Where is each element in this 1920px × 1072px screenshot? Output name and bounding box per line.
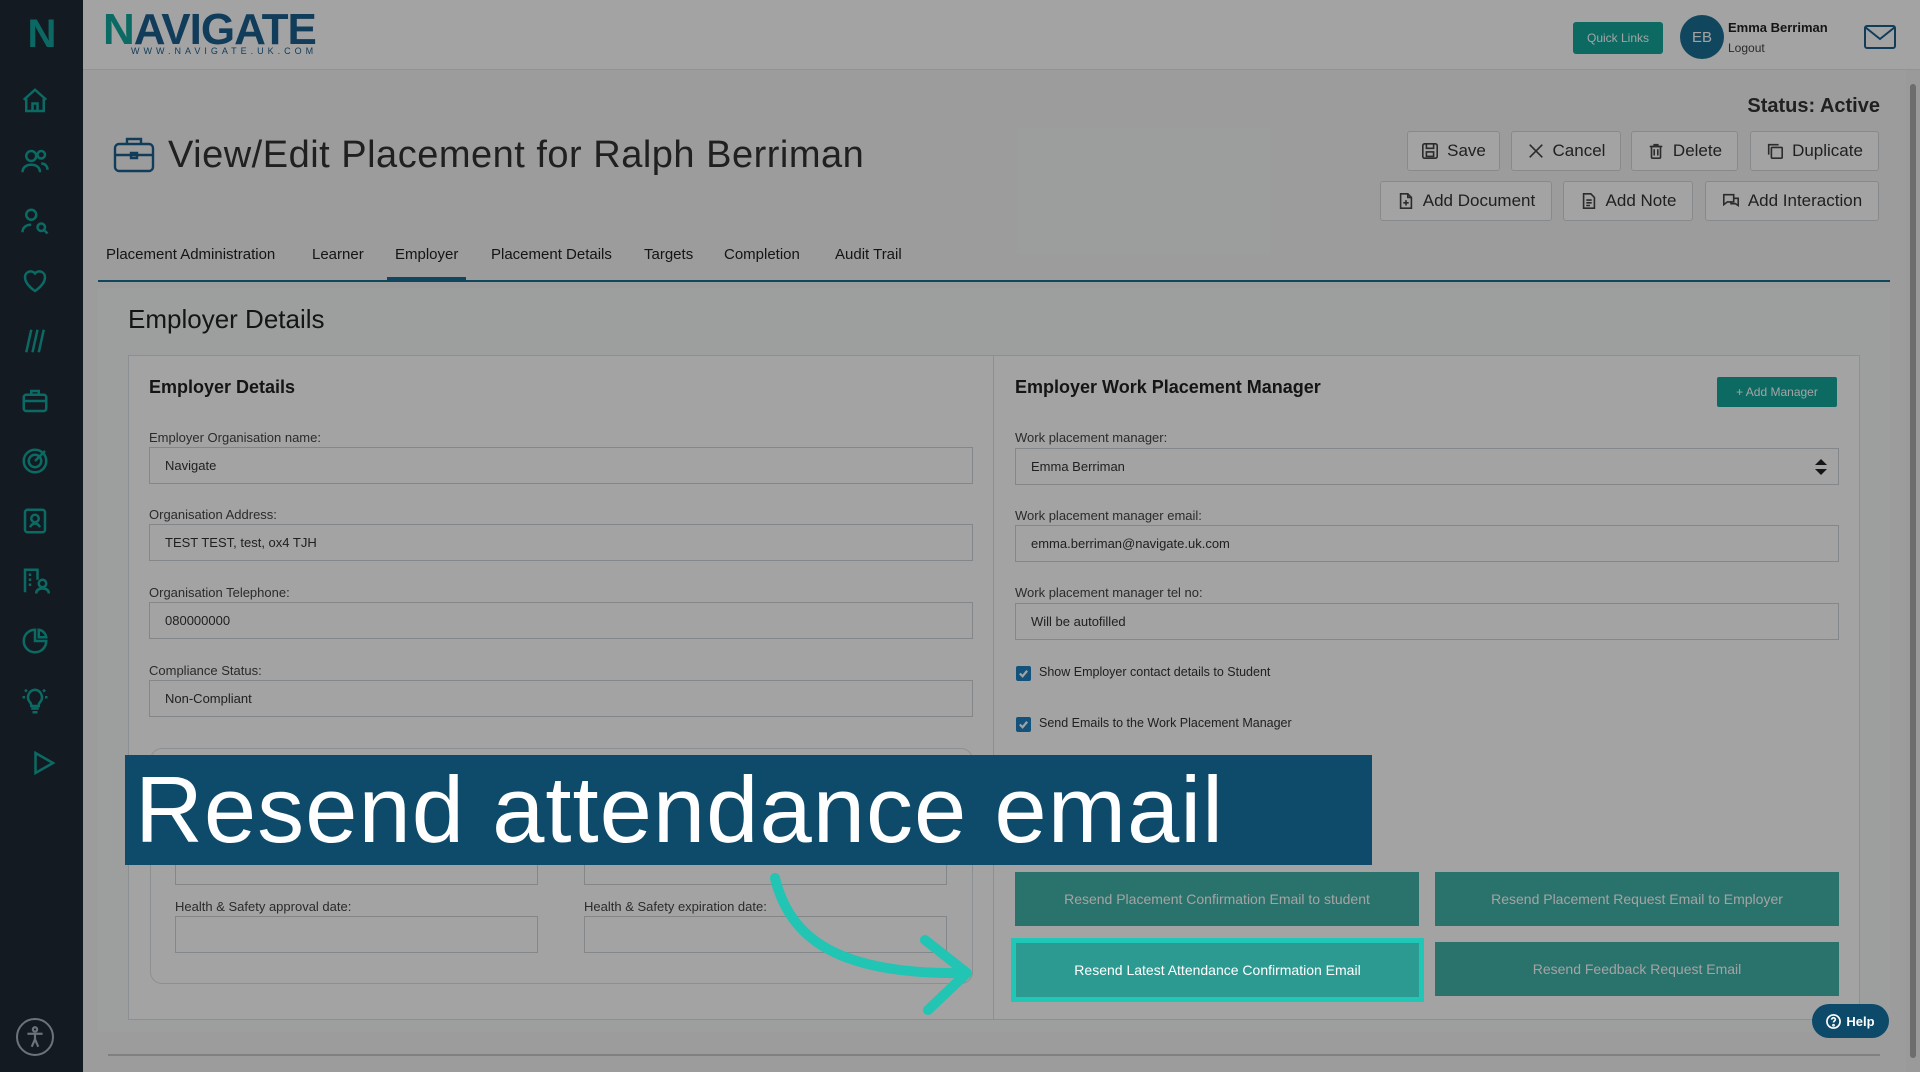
address-field[interactable]: TEST TEST, test, ox4 TJH: [149, 524, 973, 561]
attendance-highlight-frame: Resend Latest Attendance Confirmation Em…: [1011, 938, 1424, 1002]
resend-attendance-confirmation-button[interactable]: Resend Latest Attendance Confirmation Em…: [1016, 943, 1419, 997]
pointer-arrow-icon: [760, 870, 1000, 1020]
send-emails-checkbox[interactable]: [1016, 717, 1031, 732]
tab-audit-trail[interactable]: Audit Trail: [835, 246, 902, 277]
document-icon: [1399, 192, 1412, 210]
tel-label: Work placement manager tel no:: [1015, 585, 1203, 600]
manager-select-value: Emma Berriman: [1031, 459, 1125, 474]
quick-links-button[interactable]: Quick Links: [1573, 22, 1663, 54]
manager-select[interactable]: Emma Berriman: [1015, 448, 1839, 485]
address-label: Organisation Address:: [149, 507, 277, 522]
manager-label: Work placement manager:: [1015, 430, 1168, 445]
resend-placement-request-button[interactable]: Resend Placement Request Email to Employ…: [1435, 872, 1839, 926]
delete-button[interactable]: Delete: [1631, 131, 1738, 171]
user-name: Emma Berriman: [1728, 20, 1828, 35]
check-icon: [1019, 721, 1029, 729]
placement-status: Status: Active: [1747, 95, 1880, 117]
add-interaction-label: Add Interaction: [1747, 191, 1863, 210]
add-document-button[interactable]: Add Document: [1380, 181, 1552, 221]
email-label: Work placement manager email:: [1015, 508, 1202, 523]
briefcase-icon: [112, 134, 156, 174]
home-icon[interactable]: [18, 84, 52, 118]
resend-placement-confirmation-button[interactable]: Resend Placement Confirmation Email to s…: [1015, 872, 1419, 926]
pie-chart-icon[interactable]: [18, 624, 52, 658]
top-header: NAVIGATE WWW.NAVIGATE.UK.COM Quick Links…: [83, 0, 1920, 70]
placement-tabs: Placement Administration Learner Employe…: [98, 240, 1890, 282]
play-icon[interactable]: [26, 746, 60, 780]
org-name-label: Employer Organisation name:: [149, 430, 321, 445]
logo-subtitle: WWW.NAVIGATE.UK.COM: [131, 46, 318, 56]
cancel-label: Cancel: [1552, 141, 1606, 160]
select-arrows-icon: [1815, 459, 1827, 475]
tab-placement-administration[interactable]: Placement Administration: [106, 246, 275, 277]
tab-targets[interactable]: Targets: [644, 246, 693, 277]
tally-icon[interactable]: [18, 324, 52, 358]
add-manager-button[interactable]: + Add Manager: [1717, 377, 1837, 407]
telephone-field[interactable]: 080000000: [149, 602, 973, 639]
save-label: Save: [1447, 141, 1486, 160]
help-label: Help: [1846, 1013, 1875, 1029]
target-icon[interactable]: [18, 444, 52, 478]
help-button[interactable]: Help: [1812, 1004, 1889, 1038]
tab-employer[interactable]: Employer: [387, 246, 467, 280]
navigate-logo[interactable]: NAVIGATE WWW.NAVIGATE.UK.COM: [103, 8, 318, 57]
hs-expiration-label: Health & Safety expiration date:: [584, 899, 767, 914]
chat-icon: [1722, 193, 1739, 208]
sidebar: N: [0, 0, 83, 1072]
cancel-button[interactable]: Cancel: [1511, 131, 1621, 171]
add-note-button[interactable]: Add Note: [1563, 181, 1693, 221]
compliance-field[interactable]: Non-Compliant: [149, 680, 973, 717]
scrollbar-thumb[interactable]: [1910, 84, 1916, 1058]
section-title: Employer Details: [128, 304, 325, 334]
contact-card-icon[interactable]: [18, 504, 52, 538]
tab-completion[interactable]: Completion: [724, 246, 800, 277]
save-icon: [1422, 142, 1439, 160]
resend-feedback-request-button[interactable]: Resend Feedback Request Email: [1435, 942, 1839, 996]
sidebar-logo[interactable]: N: [20, 14, 64, 54]
copy-icon: [1767, 143, 1784, 160]
close-icon: [1528, 144, 1543, 158]
telephone-label: Organisation Telephone:: [149, 585, 290, 600]
tutorial-banner: Resend attendance email: [125, 755, 1372, 865]
manager-title: Employer Work Placement Manager: [1015, 377, 1321, 397]
compliance-label: Compliance Status:: [149, 663, 262, 678]
duplicate-button[interactable]: Duplicate: [1750, 131, 1879, 171]
users-icon[interactable]: [18, 144, 52, 178]
help-icon: [1826, 1013, 1842, 1029]
add-document-label: Add Document: [1422, 191, 1536, 210]
add-note-label: Add Note: [1605, 191, 1677, 210]
tel-field[interactable]: Will be autofilled: [1015, 603, 1839, 640]
logout-link[interactable]: Logout: [1728, 41, 1765, 55]
hs-approval-date-field[interactable]: [175, 916, 538, 953]
accessibility-icon[interactable]: [16, 1018, 54, 1056]
heart-icon[interactable]: [18, 264, 52, 298]
note-icon: [1582, 192, 1595, 210]
trash-icon: [1649, 143, 1663, 160]
org-name-field[interactable]: Navigate: [149, 447, 973, 484]
hs-approval-label: Health & Safety approval date:: [175, 899, 352, 914]
send-emails-label: Send Emails to the Work Placement Manage…: [1039, 716, 1292, 730]
mail-icon[interactable]: [1863, 24, 1897, 50]
tab-placement-details[interactable]: Placement Details: [491, 246, 612, 277]
delete-label: Delete: [1672, 141, 1723, 160]
show-contact-label: Show Employer contact details to Student: [1039, 665, 1271, 679]
employer-details-title: Employer Details: [149, 377, 296, 397]
briefcase-icon[interactable]: [18, 384, 52, 418]
bottom-divider: [108, 1054, 1880, 1056]
tab-learner[interactable]: Learner: [312, 246, 364, 277]
add-interaction-button[interactable]: Add Interaction: [1705, 181, 1879, 221]
check-icon: [1019, 670, 1029, 678]
building-user-icon[interactable]: [18, 564, 52, 598]
email-field[interactable]: emma.berriman@navigate.uk.com: [1015, 525, 1839, 562]
user-search-icon[interactable]: [18, 204, 52, 238]
avatar[interactable]: EB: [1680, 15, 1724, 59]
lightbulb-icon[interactable]: [18, 684, 52, 718]
show-contact-checkbox[interactable]: [1016, 666, 1031, 681]
page-title: View/Edit Placement for Ralph Berriman: [168, 134, 865, 176]
duplicate-label: Duplicate: [1792, 141, 1863, 160]
save-button[interactable]: Save: [1407, 131, 1500, 171]
